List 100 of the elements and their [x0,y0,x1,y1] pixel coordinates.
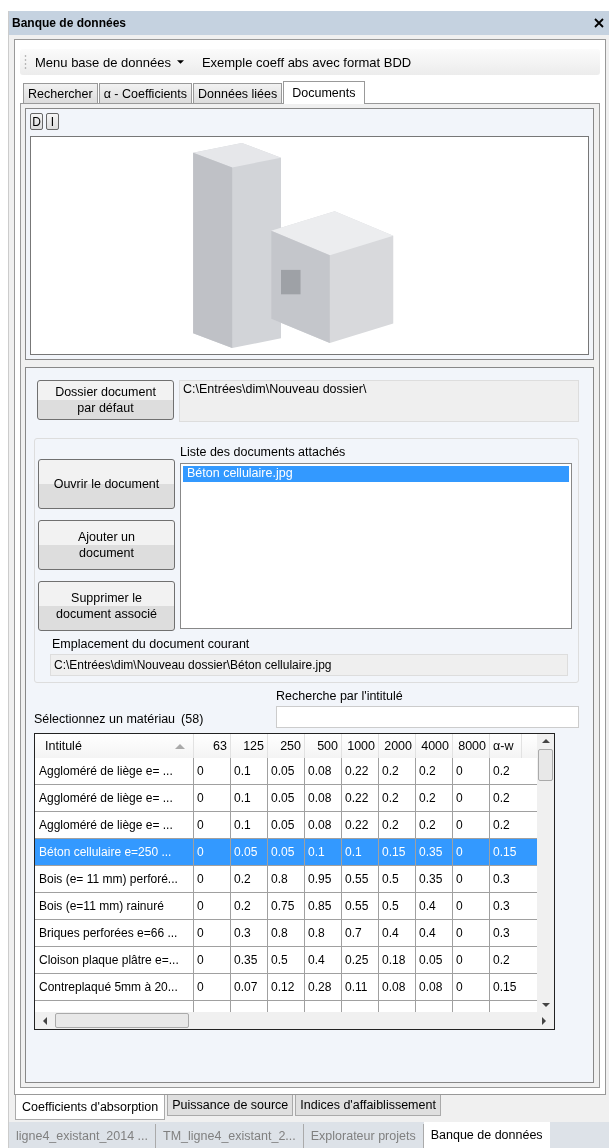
table-cell: 0.3 [231,920,268,946]
table-cell: 0.5 [379,893,416,919]
table-cell-text: 0.3 [492,898,511,915]
table-cell: 0 [453,839,490,865]
table-cell: 0.08 [305,785,342,811]
table-cell: 0.75 [268,893,305,919]
table-row[interactable]: Cloison plaque plâtre e=... 0 0.35 0.5 0.4 0.25 0.18 0.05 0 0.2 [35,947,537,974]
scroll-right-icon[interactable] [542,1016,546,1025]
column-header[interactable]: Intitulé [35,734,194,758]
table-cell: 0.22 [342,785,379,811]
table-cell: 0 [453,812,490,838]
table-cell: 0.8 [305,920,342,946]
table-cell: 0.05 [268,839,305,865]
tab[interactable]: Documents [283,81,365,104]
column-header[interactable]: 2000 [379,734,416,758]
scroll-thumb[interactable] [538,749,553,781]
table-cell: 0.4 [416,893,453,919]
column-header[interactable]: 125 [231,734,268,758]
table-cell: Aggloméré de liège e= ... [35,785,194,811]
table-row[interactable]: Bois (e= 11 mm) perforé... 0 0.2 0.8 0.95 0.55 0.5 0.35 0 0.3 [35,866,537,893]
select-material-label: Sélectionnez un matériau [34,712,176,726]
table-row[interactable]: Bois (e=11 mm) rainuré 0 0.2 0.75 0.85 0.55 0.5 0.4 0 0.3 [35,893,537,920]
table-cell: 0.2 [379,785,416,811]
table-cell: 0 [194,920,231,946]
table-cell: 0.2 [231,893,268,919]
table-cell: 0.08 [305,812,342,838]
scroll-up-icon[interactable] [541,739,550,743]
table-cell: 0.95 [305,866,342,892]
table-cell: 0 [194,947,231,973]
scroll-down-icon[interactable] [541,1003,550,1007]
column-header[interactable]: 500 [305,734,342,758]
horizontal-scrollbar[interactable] [35,1012,554,1029]
table-row[interactable]: Aggloméré de liège e= ... 0 0.1 0.05 0.08 0.22 0.2 0.2 0 0.2 [35,758,537,785]
table-cell: Briques perforées e=66 ... [35,920,194,946]
table-cell: Bois (e= 11 mm) perforé... [35,866,194,892]
table-row[interactable]: Briques perforées e=66 ... 0 0.3 0.8 0.8 0.7 0.4 0.4 0 0.3 [35,920,537,947]
table-cell: 0.4 [379,920,416,946]
location-field: C:\Entrées\dim\Nouveau dossier\Béton cellulaire.jpg [50,654,568,676]
scroll-left-icon[interactable] [43,1016,47,1025]
table-cell: 0.22 [342,758,379,784]
table-cell: 0.85 [305,893,342,919]
table-cell: Cloison plaque plâtre e=... [35,947,194,973]
table-row[interactable]: Contreplaqué 5mm à 20... 0 0.07 0.12 0.28 0.11 0.08 0.08 0 0.15 [35,974,537,1001]
tab[interactable]: Coefficients d'absorption [15,1095,166,1120]
table-cell: 0.4 [416,920,453,946]
table-cell: 0 [194,785,231,811]
sort-ascending-icon [175,743,185,749]
database-menu[interactable]: Menu base de données [35,54,184,70]
table-cell: 0 [194,866,231,892]
table-cell: 0.7 [342,920,379,946]
table-cell: 0.1 [305,839,342,865]
database-name: Exemple coeff abs avec format BDD [201,54,412,70]
grip-icon[interactable] [24,54,27,70]
column-header[interactable]: 63 [194,734,231,758]
scroll-thumb[interactable] [55,1013,189,1028]
table-cell-text: 0.2 [492,817,511,834]
table-cell: 0 [194,812,231,838]
table-cell: 0 [453,920,490,946]
tab[interactable]: Rechercher [23,83,98,103]
table-cell: 0.05 [416,947,453,973]
table-row[interactable]: Aggloméré de liège e= ... 0 0.1 0.05 0.08 0.22 0.2 0.2 0 0.2 [35,785,537,812]
document-button[interactable]: Ouvrir le document [38,459,175,509]
table-cell: 0.2 [416,758,453,784]
table-cell-text: 0.3 [492,871,511,888]
table-cell: 0.4 [305,947,342,973]
document-tab[interactable]: Banque de données [423,1122,550,1148]
table-cell: Béton cellulaire e=250 ... [35,839,194,865]
table-cell: 0.05 [268,758,305,784]
table-cell-text: 0.2 [492,763,511,780]
table-cell: 0.8 [268,920,305,946]
table-cell: 0.1 [231,812,268,838]
tab[interactable]: Puissance de source [167,1095,294,1116]
search-field[interactable] [276,706,579,728]
column-header[interactable]: 8000 [453,734,490,758]
image-button[interactable]: D [30,113,43,130]
table-cell: 0.2 [231,866,268,892]
tab[interactable]: Données liées [193,83,283,103]
vertical-scrollbar[interactable] [537,734,554,1012]
document-button[interactable]: Supprimer le document associé [38,581,175,631]
column-header[interactable]: 4000 [416,734,453,758]
table-cell: 0.08 [416,974,453,1000]
table-cell: 0.07 [231,974,268,1000]
table-cell: 0.25 [342,947,379,973]
table-cell: 0.55 [342,866,379,892]
close-icon[interactable] [594,18,604,28]
table-cell: 0.2 [379,758,416,784]
default-folder-button[interactable]: Dossier document par défaut [37,380,174,420]
image-button[interactable]: I [46,113,59,130]
column-header[interactable]: 250 [268,734,305,758]
table-cell-text: 0.3 [492,925,511,942]
table-cell: 0.1 [231,758,268,784]
column-header[interactable]: α-w [490,734,522,758]
tab[interactable]: Indices d'affaiblissement [295,1095,441,1116]
column-header[interactable]: 1000 [342,734,379,758]
table-cell: 0.55 [342,893,379,919]
document-button[interactable]: Ajouter un document [38,520,175,570]
table-cell: 0.18 [379,947,416,973]
tab[interactable]: α - Coefficients [98,83,193,103]
table-cell: 0.2 [416,785,453,811]
table-cell: 0 [453,974,490,1000]
